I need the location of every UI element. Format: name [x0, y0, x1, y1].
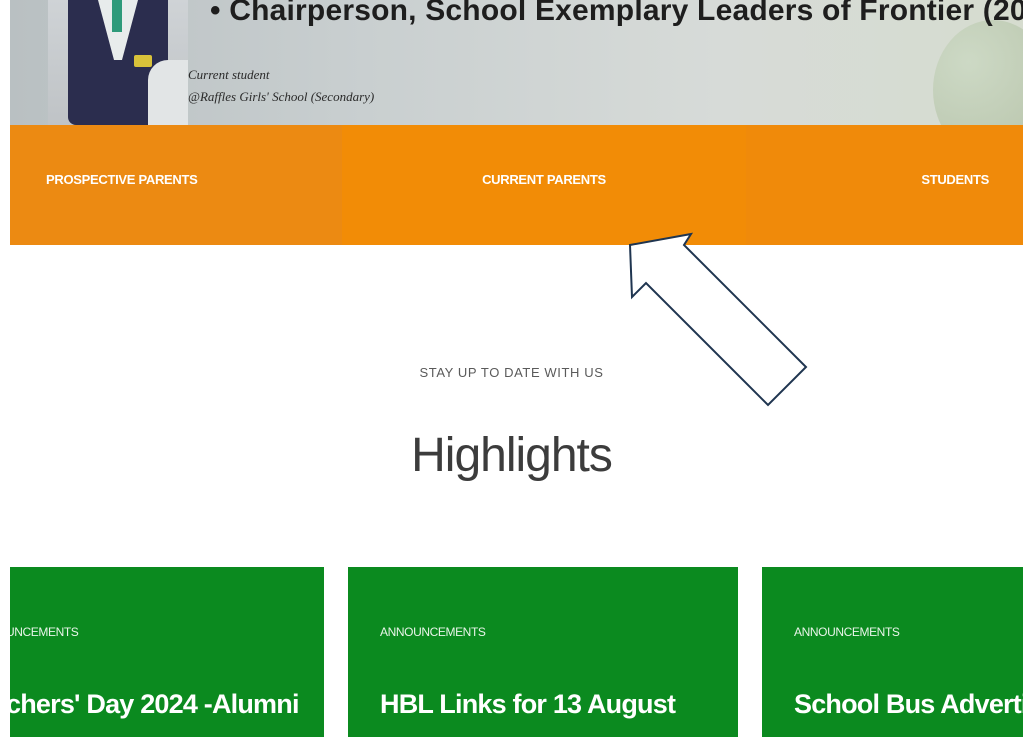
- page: • Chairperson, School Exemplary Leaders …: [0, 0, 1023, 737]
- nav-prospective-parents[interactable]: PROSPECTIVE PARENTS: [10, 125, 342, 245]
- card-headline: HBL Links for 13 August: [380, 689, 676, 719]
- card-category: ANNOUNCEMENTS: [794, 625, 900, 639]
- card-category: ANNOUNCEMENTS: [380, 625, 486, 639]
- hero-caption: Current student @Raffles Girls' School (…: [188, 64, 374, 108]
- highlight-card[interactable]: ANNOUNCEMENTS School Bus Advertise: [762, 567, 1023, 737]
- caption-school: @Raffles Girls' School (Secondary): [188, 89, 375, 104]
- student-photo: [48, 0, 188, 125]
- card-headline: School Bus Advertise: [794, 689, 1023, 719]
- hero-banner: • Chairperson, School Exemplary Leaders …: [10, 0, 1023, 125]
- highlight-card[interactable]: ANNOUNCEMENTS HBL Links for 13 August: [348, 567, 738, 737]
- card-category: UNCEMENTS: [10, 625, 79, 639]
- section-title: Highlights: [411, 429, 613, 482]
- decorative-arc: [933, 20, 1023, 125]
- card-headline: chers' Day 2024 -Alumni: [10, 689, 299, 719]
- caption-role: Current student: [188, 67, 270, 82]
- section-eyebrow: STAY UP TO DATE WITH US: [419, 365, 604, 380]
- audience-nav: PROSPECTIVE PARENTS CURRENT PARENTS STUD…: [10, 125, 1023, 245]
- hero-headline: • Chairperson, School Exemplary Leaders …: [210, 0, 1023, 27]
- annotation-arrow-icon: [628, 232, 808, 407]
- highlight-card[interactable]: UNCEMENTS chers' Day 2024 -Alumni: [10, 567, 324, 737]
